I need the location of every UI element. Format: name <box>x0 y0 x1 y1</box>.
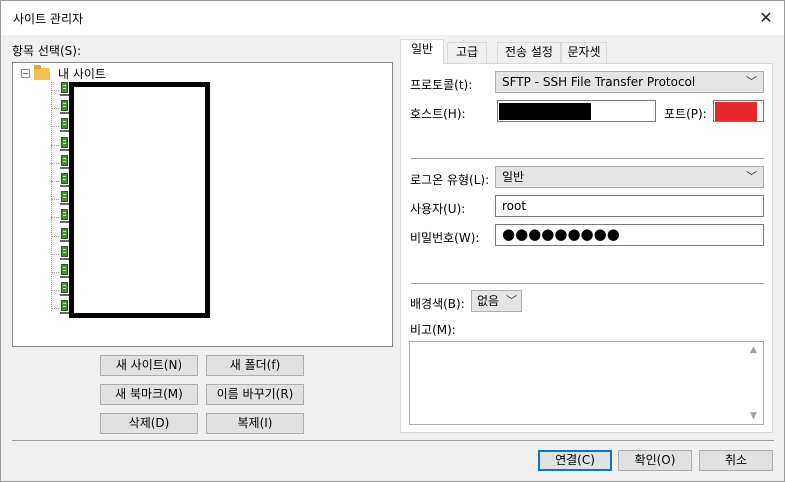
server-icon <box>60 191 69 206</box>
chevron-down-icon: ﹀ <box>506 294 517 307</box>
port-field[interactable] <box>713 100 764 122</box>
title-bar: 사이트 관리자 ✕ <box>1 1 784 35</box>
tree-root[interactable]: − 내 사이트 <box>21 64 106 82</box>
memo-label: 비고(M): <box>410 323 456 337</box>
tab-charset[interactable]: 문자셋 <box>561 42 607 63</box>
duplicate-button[interactable]: 복제(I) <box>206 413 304 434</box>
ok-button[interactable]: 확인(O) <box>618 450 692 471</box>
logon-type-label: 로그온 유형(L): <box>410 173 490 187</box>
connect-button[interactable]: 연결(C) <box>538 450 612 471</box>
separator <box>411 283 764 284</box>
new-folder-button[interactable]: 새 폴더(f) <box>206 355 304 376</box>
redacted-site-names <box>69 82 210 318</box>
new-bookmark-button[interactable]: 새 북마크(M) <box>100 384 198 405</box>
protocol-value: SFTP - SSH File Transfer Protocol <box>502 75 696 89</box>
tree-root-label: 내 사이트 <box>58 67 106 81</box>
host-label: 호스트(H): <box>410 107 466 121</box>
server-icon <box>60 282 69 297</box>
server-icon <box>60 154 69 170</box>
tree-connector <box>51 272 59 273</box>
separator <box>411 158 764 159</box>
server-icon <box>60 264 69 279</box>
server-icon <box>60 82 69 97</box>
logon-type-value: 일반 <box>502 170 525 184</box>
user-value: root <box>502 199 527 213</box>
port-redaction <box>715 102 757 121</box>
tab-general[interactable]: 일반 <box>400 39 444 64</box>
cancel-button[interactable]: 취소 <box>699 450 773 471</box>
protocol-label: 프로토콜(t): <box>410 78 473 92</box>
tree-connector <box>51 108 59 110</box>
tab-advanced[interactable]: 고급 <box>447 42 487 63</box>
collapse-icon[interactable]: − <box>21 69 30 78</box>
host-redaction <box>499 103 591 120</box>
tree-connector <box>51 162 59 164</box>
folder-icon <box>34 64 50 80</box>
user-field[interactable]: root <box>495 195 764 217</box>
tree-connector <box>51 199 59 201</box>
tab-transfer-settings[interactable]: 전송 설정 <box>497 42 561 63</box>
new-site-button[interactable]: 새 사이트(N) <box>100 355 198 376</box>
port-label: 포트(P): <box>664 107 707 121</box>
logon-type-select[interactable]: 일반 ﹀ <box>495 166 764 188</box>
tree-connector <box>51 235 59 237</box>
tree-connector <box>51 308 59 310</box>
server-icon <box>60 173 69 188</box>
background-color-label: 배경색(B): <box>410 297 465 311</box>
server-icon <box>60 209 69 224</box>
tree-connector <box>51 181 59 182</box>
server-icon <box>60 300 69 315</box>
rename-button[interactable]: 이름 바꾸기(R) <box>206 384 304 405</box>
tree-label: 항목 선택(S): <box>12 44 81 58</box>
user-label: 사용자(U): <box>410 202 466 216</box>
server-icon <box>60 245 69 261</box>
window-title: 사이트 관리자 <box>13 12 84 26</box>
chevron-down-icon: ﹀ <box>746 170 757 183</box>
password-value: ●●●●●●●●● <box>502 225 620 243</box>
password-field[interactable]: ●●●●●●●●● <box>495 224 764 246</box>
background-color-value: 없음 <box>477 294 500 308</box>
memo-textarea[interactable]: ▲ ▼ <box>409 341 764 425</box>
footer-separator <box>12 440 774 441</box>
memo-scrollbar[interactable]: ▲ ▼ <box>746 342 763 424</box>
site-manager-window: 사이트 관리자 ✕ 항목 선택(S): − 내 사이트 새 사이트(N) 새 폴… <box>0 0 785 482</box>
tree-connector <box>51 144 59 146</box>
protocol-select[interactable]: SFTP - SSH File Transfer Protocol ﹀ <box>495 71 764 93</box>
background-color-select[interactable]: 없음 ﹀ <box>471 290 522 312</box>
host-field[interactable] <box>497 100 656 122</box>
chevron-down-icon: ﹀ <box>746 75 757 88</box>
tree-connector <box>51 290 59 292</box>
server-icon <box>60 136 69 152</box>
server-icon <box>60 118 69 133</box>
tree-connector <box>51 217 59 219</box>
close-icon[interactable]: ✕ <box>756 8 776 28</box>
tree-connector <box>51 126 59 128</box>
scroll-up-icon[interactable]: ▲ <box>750 345 757 355</box>
delete-button[interactable]: 삭제(D) <box>100 413 198 434</box>
site-tree[interactable]: − 내 사이트 <box>12 62 393 347</box>
server-icon <box>60 100 69 115</box>
server-icon <box>60 227 69 243</box>
tree-connector <box>51 90 59 91</box>
password-label: 비밀번호(W): <box>410 231 480 245</box>
scroll-down-icon[interactable]: ▼ <box>750 411 757 421</box>
tree-connector <box>51 253 59 255</box>
